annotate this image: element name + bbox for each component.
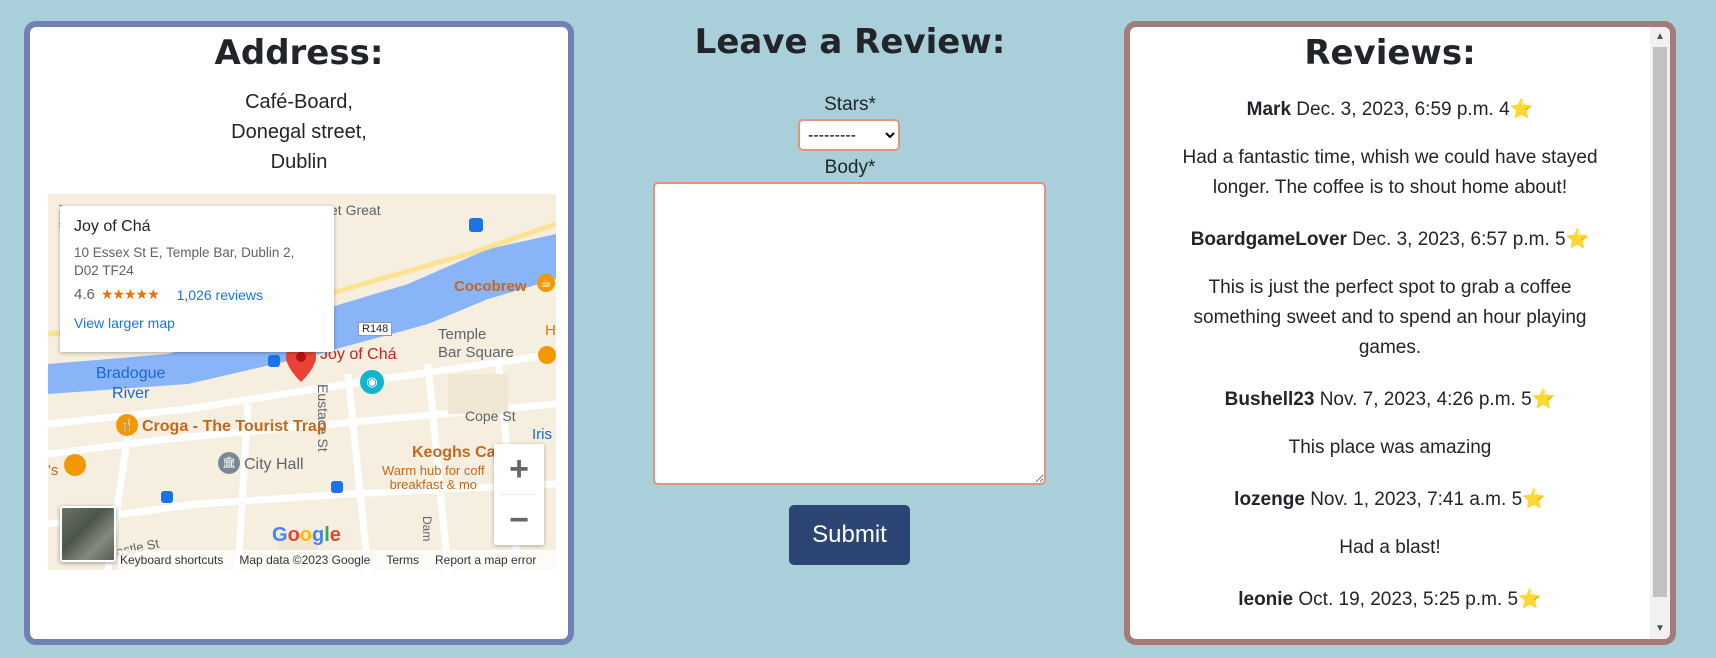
- review-user: Mark: [1246, 99, 1292, 120]
- review-user: BoardgameLover: [1190, 229, 1347, 250]
- review-user: lozenge: [1234, 489, 1305, 510]
- zoom-out-button[interactable]: −: [494, 495, 544, 545]
- review-date: Oct. 19, 2023, 5:25 p.m.: [1298, 589, 1503, 610]
- scroll-up-arrow-icon[interactable]: ▲: [1650, 29, 1670, 45]
- place-address: 10 Essex St E, Temple Bar, Dublin 2, D02…: [74, 245, 295, 278]
- terms-link[interactable]: Terms: [386, 553, 419, 567]
- map-label-cocobrew: Cocobrew: [454, 278, 527, 295]
- embedded-map[interactable]: et Great Arra Cocobrew ☕ Temple Bar Squa…: [48, 194, 556, 570]
- address-title: Address:: [214, 33, 384, 73]
- scroll-down-arrow-icon[interactable]: ▼: [1650, 621, 1670, 637]
- reviews-card: Reviews: Mark Dec. 3, 2023, 6:59 p.m. 4⭐…: [1124, 21, 1676, 645]
- scroll-thumb[interactable]: [1653, 47, 1667, 597]
- review-date: Dec. 3, 2023, 6:57 p.m.: [1352, 229, 1550, 250]
- map-label-keoghs-sub: Warm hub for coff breakfast & mo: [382, 463, 485, 492]
- review-body: Had a fantastic time, whish we could hav…: [1182, 147, 1598, 198]
- place-name: Joy of Chá: [74, 218, 151, 235]
- reviews-link[interactable]: 1,026 reviews: [177, 287, 263, 303]
- bus-stop-icon-2: [161, 490, 173, 507]
- review-meta: BoardgameLover Dec. 3, 2023, 6:57 p.m. 5…: [1130, 215, 1650, 265]
- map-label-r148: R148: [358, 322, 393, 336]
- review-date: Nov. 7, 2023, 4:26 p.m.: [1319, 389, 1516, 410]
- review-meta: leonie Oct. 19, 2023, 5:25 p.m. 5⭐: [1130, 575, 1650, 625]
- map-label-s: 's: [48, 462, 59, 479]
- review-body: This place was amazing: [1288, 437, 1492, 458]
- review-rating: 5: [1507, 589, 1519, 610]
- reviews-list[interactable]: Mark Dec. 3, 2023, 6:59 p.m. 4⭐ Had a fa…: [1130, 85, 1650, 639]
- body-label: Body*: [824, 157, 876, 178]
- google-logo: Google: [272, 524, 341, 546]
- star-icon: ⭐: [1522, 489, 1546, 510]
- map-label-iris: Iris: [532, 426, 552, 443]
- rating-stars-icon: ★★★★★: [100, 286, 160, 302]
- review-rating: 5: [1511, 489, 1523, 510]
- address-line-1: Café-Board,: [245, 91, 353, 113]
- view-larger-map-link[interactable]: View larger map: [74, 315, 320, 331]
- address-lines: Café-Board, Donegal street, Dublin: [30, 87, 568, 177]
- star-icon: ⭐: [1509, 99, 1534, 120]
- map-label-croga: Croga - The Tourist Trap: [142, 418, 327, 435]
- restaurant-icon-2: [538, 346, 556, 368]
- stars-label: Stars*: [824, 94, 876, 115]
- review-user: Bushell23: [1224, 389, 1315, 410]
- submit-button[interactable]: Submit: [789, 505, 910, 565]
- map-label-h: H: [545, 322, 556, 339]
- review-item: BoardgameLover Dec. 3, 2023, 6:57 p.m. 5…: [1130, 215, 1650, 375]
- satellite-toggle-button[interactable]: [60, 506, 116, 562]
- zoom-controls: + −: [494, 444, 544, 545]
- review-item: lozenge Nov. 1, 2023, 7:41 a.m. 5⭐ Had a…: [1130, 475, 1650, 575]
- review-meta: Mark Dec. 3, 2023, 6:59 p.m. 4⭐: [1130, 85, 1650, 135]
- restaurant-icon: 🍴: [116, 414, 138, 436]
- review-date: Nov. 1, 2023, 7:41 a.m.: [1310, 489, 1507, 510]
- body-textarea[interactable]: [653, 182, 1046, 485]
- review-rating: 5: [1555, 229, 1566, 250]
- form-title: Leave a Review:: [694, 22, 1006, 62]
- address-line-2: Donegal street,: [231, 121, 367, 143]
- review-meta: Bushell23 Nov. 7, 2023, 4:26 p.m. 5⭐: [1130, 375, 1650, 425]
- zoom-in-button[interactable]: +: [494, 444, 544, 494]
- map-label-dame: Dam: [420, 516, 434, 542]
- review-rating: 4: [1499, 99, 1510, 120]
- map-label-cope-st: Cope St: [465, 408, 516, 424]
- review-user: leonie: [1238, 589, 1294, 610]
- map-label-city-hall: City Hall: [244, 456, 304, 473]
- star-icon: ⭐: [1565, 229, 1590, 250]
- review-body: Had a blast!: [1339, 537, 1441, 558]
- place-rating: 4.6 ★★★★★ 1,026 reviews: [74, 286, 320, 303]
- review-meta: lozenge Nov. 1, 2023, 7:41 a.m. 5⭐: [1130, 475, 1650, 525]
- address-line-3: Dublin: [270, 151, 328, 173]
- map-footer: Keyboard shortcuts Map data ©2023 Google…: [118, 550, 556, 570]
- reviews-title: Reviews:: [1304, 33, 1476, 73]
- map-label-keoghs: Keoghs Ca: [412, 444, 496, 461]
- map-data-text: Map data ©2023 Google: [239, 553, 371, 567]
- cafe-icon: ☕: [537, 274, 555, 292]
- review-date: Dec. 3, 2023, 6:59 p.m.: [1296, 99, 1494, 120]
- bar-icon: [64, 454, 86, 480]
- keyboard-shortcuts-link[interactable]: Keyboard shortcuts: [120, 553, 223, 567]
- bus-stop-icon-3: [331, 480, 343, 497]
- stars-select[interactable]: ---------: [798, 119, 900, 151]
- place-info-card: Joy of Chá 10 Essex St E, Temple Bar, Du…: [60, 206, 334, 352]
- review-item: Mark Dec. 3, 2023, 6:59 p.m. 4⭐ Had a fa…: [1130, 85, 1650, 215]
- review-rating: 5: [1521, 389, 1532, 410]
- star-icon: ⭐: [1518, 589, 1542, 610]
- report-map-error-link[interactable]: Report a map error: [435, 553, 536, 567]
- star-icon: ⭐: [1531, 389, 1556, 410]
- review-item: leonie Oct. 19, 2023, 5:25 p.m. 5⭐: [1130, 575, 1650, 625]
- city-hall-icon: 🏛: [218, 452, 240, 474]
- review-item: Bushell23 Nov. 7, 2023, 4:26 p.m. 5⭐ Thi…: [1130, 375, 1650, 475]
- map-label-temple-bar-square: Temple Bar Square: [438, 326, 514, 361]
- map-label-bradogue-river: Bradogue River: [96, 365, 166, 402]
- bus-stop-icon: [469, 218, 483, 236]
- reviews-scrollbar[interactable]: ▲ ▼: [1650, 27, 1670, 639]
- map-label-great: et Great: [330, 202, 381, 218]
- rating-value: 4.6: [74, 286, 95, 303]
- review-body: This is just the perfect spot to grab a …: [1193, 277, 1587, 358]
- bus-stop-icon-4: [268, 354, 280, 371]
- address-card: Address: Café-Board, Donegal street, Dub…: [24, 21, 574, 645]
- camera-icon: ◉: [360, 370, 384, 394]
